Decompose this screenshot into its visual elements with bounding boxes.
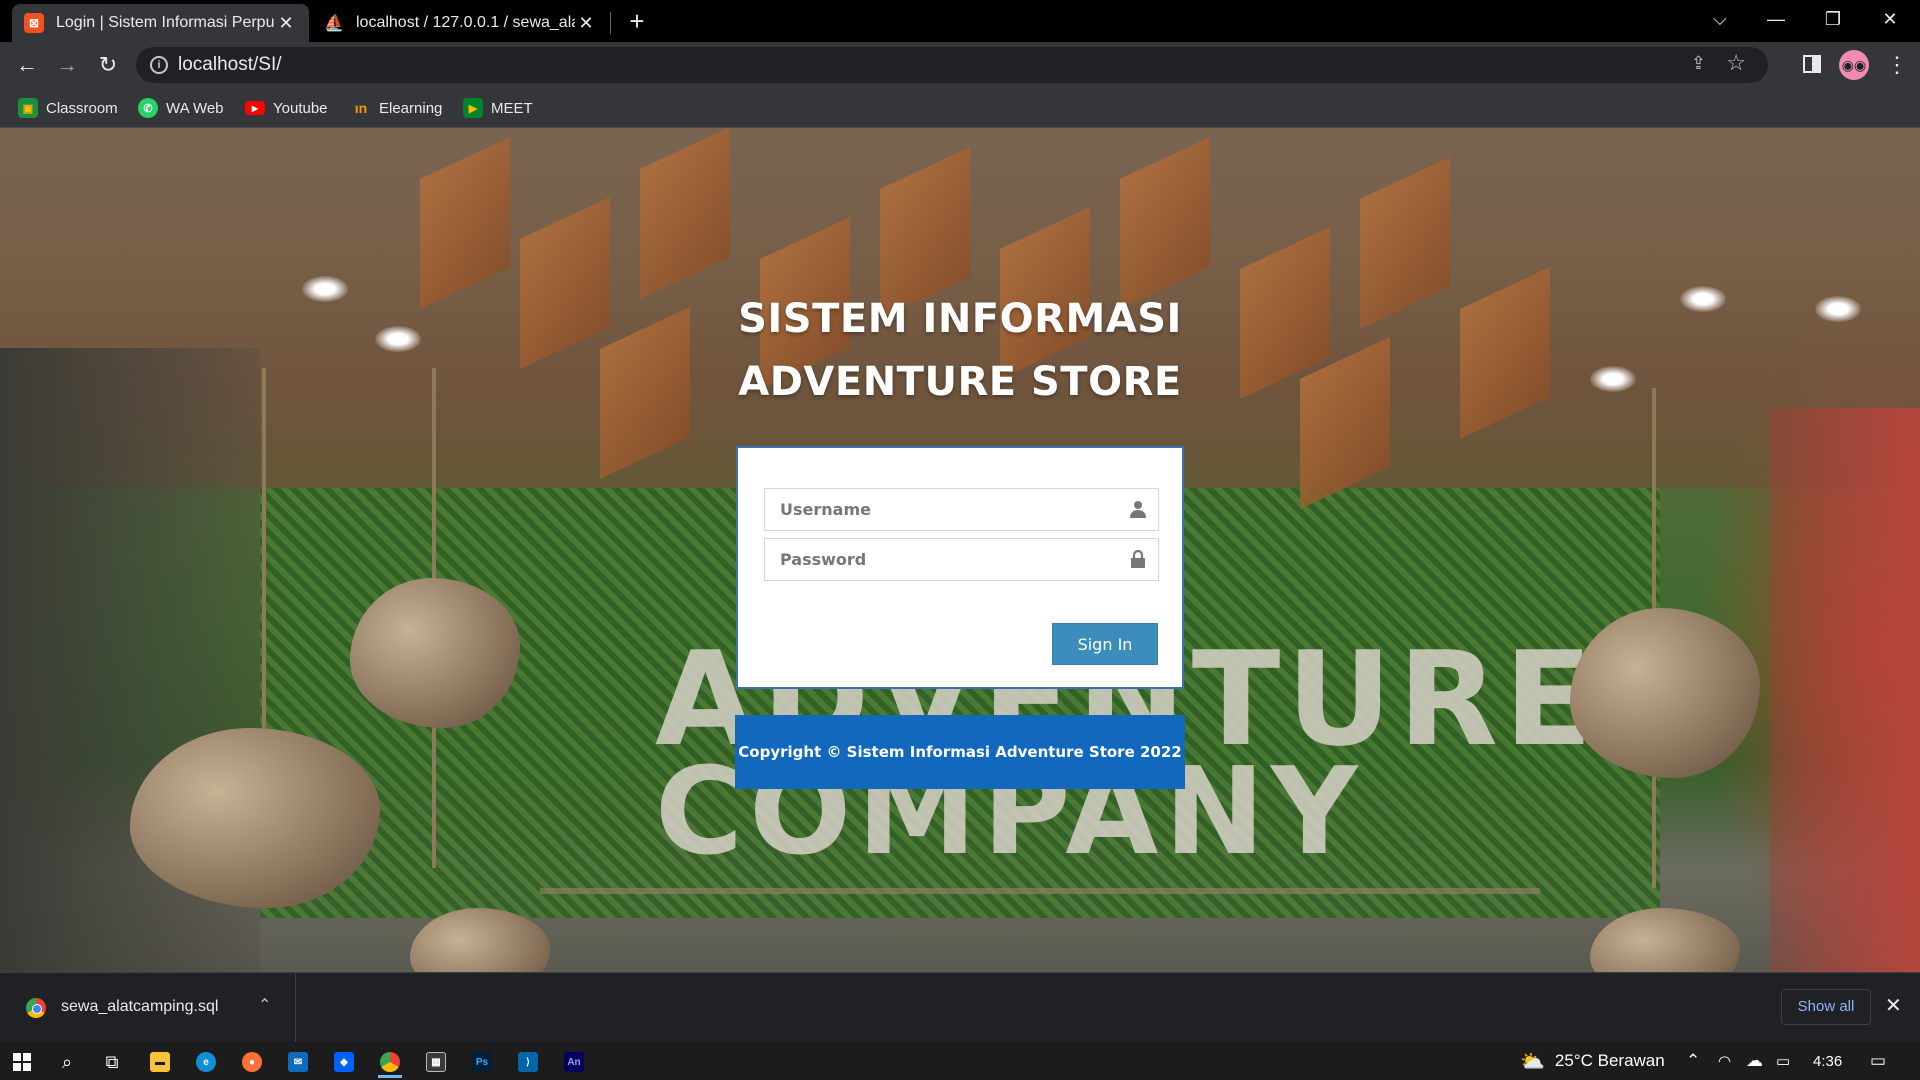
bookmarks-bar: ▣ Classroom ✆ WA Web ▶ Youtube ın Elearn… — [0, 88, 1920, 128]
bookmark-meet[interactable]: ▶ MEET — [463, 96, 533, 120]
close-window-button[interactable]: ✕ — [1862, 0, 1918, 38]
username-field[interactable] — [764, 488, 1159, 531]
tab-title: localhost / 127.0.0.1 / sewa_alatc — [356, 14, 575, 31]
close-tab-icon[interactable]: ✕ — [275, 13, 297, 34]
password-field[interactable] — [764, 538, 1159, 581]
back-button[interactable]: ← — [12, 50, 42, 80]
bookmark-label: Elearning — [379, 99, 443, 117]
phpmyadmin-icon: ⛵ — [324, 15, 344, 32]
show-all-button[interactable]: Show all — [1781, 989, 1871, 1025]
browser-toolbar: ← → ↻ i localhost/SI/ ⇪ ☆ ◉◉ ⋮ — [0, 42, 1920, 88]
profile-avatar[interactable]: ◉◉ — [1839, 50, 1869, 80]
rope — [262, 368, 266, 788]
windows-start-icon[interactable] — [2, 1046, 42, 1078]
reload-button[interactable]: ↻ — [93, 50, 123, 80]
info-icon[interactable]: i — [150, 56, 168, 74]
ceiling-lamp — [375, 326, 421, 352]
whatsapp-icon: ✆ — [138, 98, 158, 118]
task-view-icon[interactable]: ⧉ — [92, 1046, 132, 1078]
browser-tabbar: ⊠ Login | Sistem Informasi Perpusta ✕ ⛵ … — [0, 0, 1920, 42]
calculator-icon[interactable]: ▦ — [416, 1046, 456, 1078]
chevron-up-icon[interactable]: ⌃ — [1686, 1042, 1700, 1080]
weather-widget[interactable]: ⛅ 25°C Berawan — [1520, 1042, 1665, 1080]
download-filename[interactable]: sewa_alatcamping.sql — [61, 998, 218, 1016]
bookmark-star-icon[interactable]: ☆ — [1726, 50, 1746, 76]
ceiling-lamp — [1815, 296, 1861, 322]
partly-cloudy-icon: ⛅ — [1520, 1050, 1545, 1073]
close-tab-icon[interactable]: ✕ — [575, 13, 597, 34]
onedrive-icon[interactable]: ☁ — [1746, 1042, 1763, 1080]
ceiling-lamp — [302, 276, 348, 302]
hanging-rock — [1570, 608, 1760, 778]
lock-icon — [1131, 549, 1145, 568]
sign-in-button[interactable]: Sign In — [1052, 623, 1158, 665]
download-item[interactable]: sewa_alatcamping.sql ⌃ — [0, 973, 296, 1043]
address-bar[interactable]: i localhost/SI/ ⇪ ☆ — [136, 47, 1768, 83]
title-line-1: SISTEM INFORMASI — [738, 296, 1182, 342]
page-viewport: ADVENTURE COMPANY SISTEM INFORMASI ADVEN… — [0, 128, 1920, 972]
share-icon[interactable]: ⇪ — [1691, 53, 1706, 74]
title-line-2: ADVENTURE STORE — [738, 359, 1182, 405]
bookmark-classroom[interactable]: ▣ Classroom — [18, 96, 118, 120]
clock[interactable]: 4:36 — [1813, 1042, 1842, 1080]
meet-icon: ▶ — [463, 98, 483, 118]
xampp-icon: ⊠ — [24, 13, 44, 33]
battery-icon[interactable]: ▭ — [1776, 1042, 1790, 1080]
tab-phpmyadmin[interactable]: ⛵ localhost / 127.0.0.1 / sewa_alatc ✕ — [312, 4, 609, 42]
tab-title: Login | Sistem Informasi Perpusta — [56, 14, 275, 31]
bookmark-label: Classroom — [46, 99, 118, 117]
notifications-icon[interactable]: ▭ — [1870, 1042, 1886, 1080]
search-icon[interactable]: ⌕ — [47, 1046, 87, 1078]
username-input[interactable] — [765, 489, 1158, 530]
bookmark-label: Youtube — [273, 99, 328, 117]
firefox-icon[interactable]: ● — [232, 1046, 272, 1078]
animate-icon[interactable]: An — [554, 1046, 594, 1078]
new-tab-button[interactable]: + — [623, 8, 651, 36]
wifi-icon[interactable]: ◠ — [1718, 1042, 1731, 1080]
close-shelf-button[interactable]: ✕ — [1885, 993, 1902, 1018]
youtube-icon: ▶ — [245, 101, 265, 115]
bookmark-youtube[interactable]: ▶ Youtube — [245, 96, 328, 120]
tab-separator — [610, 12, 611, 34]
forward-button[interactable]: → — [52, 50, 82, 80]
photoshop-icon[interactable]: Ps — [462, 1046, 502, 1078]
copyright-footer: Copyright © Sistem Informasi Adventure S… — [735, 715, 1185, 789]
restore-button[interactable]: ❐ — [1805, 0, 1861, 38]
elearning-icon: ın — [354, 100, 368, 116]
mail-icon[interactable]: ✉ — [278, 1046, 318, 1078]
url-text[interactable]: localhost/SI/ — [178, 54, 282, 76]
background-red-wall — [1770, 408, 1920, 972]
classroom-icon: ▣ — [18, 98, 38, 118]
bookmark-elearning[interactable]: ın Elearning — [351, 96, 443, 120]
bookmark-wa-web[interactable]: ✆ WA Web — [138, 96, 224, 120]
hanging-rock — [350, 578, 520, 728]
download-shelf: sewa_alatcamping.sql ⌃ Show all ✕ — [0, 972, 1920, 1043]
menu-icon[interactable]: ⋮ — [1886, 50, 1908, 80]
ceiling-lamp — [1590, 366, 1636, 392]
bookmark-label: WA Web — [166, 99, 224, 117]
chevron-up-icon[interactable]: ⌃ — [258, 995, 271, 1015]
hanging-rock — [130, 728, 380, 908]
vscode-icon[interactable]: ⟩ — [508, 1046, 548, 1078]
background-rail — [540, 888, 1540, 894]
windows-taskbar: ⌕ ⧉ ▬ e ● ✉ ◆ ▦ Ps ⟩ An ⛅ 25°C Berawan ⌃… — [0, 1042, 1920, 1080]
edge-icon[interactable]: e — [186, 1046, 226, 1078]
weather-text: 25°C Berawan — [1554, 1051, 1665, 1070]
ceiling-lamp — [1680, 286, 1726, 312]
chrome-taskbar-icon[interactable] — [370, 1046, 410, 1078]
side-panel-icon[interactable] — [1803, 55, 1821, 73]
login-form: Sign In — [736, 446, 1184, 689]
bookmark-label: MEET — [491, 99, 533, 117]
chrome-icon — [26, 998, 46, 1018]
user-icon — [1130, 501, 1146, 518]
file-explorer-icon[interactable]: ▬ — [140, 1046, 180, 1078]
minimize-button[interactable]: — — [1748, 0, 1804, 38]
tab-search-button[interactable]: ⌵ — [1692, 0, 1748, 38]
tab-login[interactable]: ⊠ Login | Sistem Informasi Perpusta ✕ — [12, 4, 309, 42]
password-input[interactable] — [765, 539, 1158, 580]
page-title: SISTEM INFORMASI ADVENTURE STORE — [660, 288, 1260, 414]
dropbox-icon[interactable]: ◆ — [324, 1046, 364, 1078]
